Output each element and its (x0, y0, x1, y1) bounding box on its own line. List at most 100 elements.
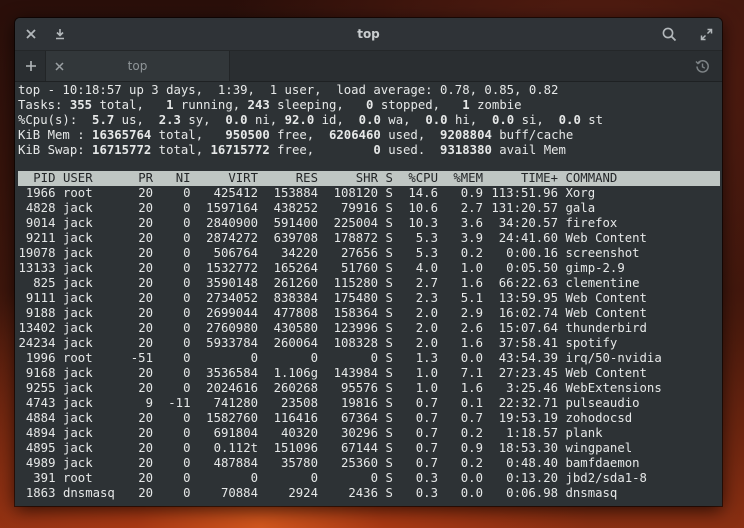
cell-pr: 20 (138, 411, 153, 425)
cell-virt: 70884 (220, 486, 258, 500)
cell-pid: 4989 (25, 456, 56, 470)
cell-shr: 158364 (333, 306, 378, 320)
cell-user: jack (63, 276, 93, 290)
cell-shr: 0 (370, 351, 378, 365)
cell-virt: 2874272 (206, 231, 258, 245)
cell-command: gimp-2.9 (565, 261, 625, 275)
cell-command: WebExtensions (565, 381, 662, 395)
cell-virt: 0 (250, 471, 258, 485)
cell-pr: 20 (138, 231, 153, 245)
cell-user: jack (63, 336, 93, 350)
cell-state: S (385, 426, 393, 440)
cell-shr: 143984 (333, 366, 378, 380)
cell-mem: 1.6 (460, 336, 483, 350)
cell-ni: -11 (168, 396, 191, 410)
cell-state: S (385, 291, 393, 305)
cell-shr: 178872 (333, 231, 378, 245)
cell-cpu: 2.3 (415, 291, 438, 305)
cell-mem: 0.0 (460, 486, 483, 500)
cell-cpu: 2.0 (415, 306, 438, 320)
table-row: 391 root 20 0 0 0 0 S 0.3 0.0 0:13.20 jbd2/sda1-8 (18, 471, 671, 486)
cell-user: jack (63, 441, 93, 455)
cell-cpu: 4.0 (415, 261, 438, 275)
cell-command: Web Content (565, 306, 647, 320)
cell-user: root (63, 186, 93, 200)
cell-cpu: 2.7 (415, 276, 438, 290)
cell-shr: 25360 (340, 456, 378, 470)
tab-label: top (127, 59, 148, 73)
cell-command: wingpanel (565, 441, 633, 455)
new-tab-icon[interactable] (23, 56, 39, 76)
cell-mem: 0.9 (460, 186, 483, 200)
cell-user: jack (63, 306, 93, 320)
cell-command: Web Content (565, 291, 647, 305)
cell-pid: 9111 (25, 291, 56, 305)
cell-res: 2924 (288, 486, 318, 500)
cell-mem: 0.9 (460, 441, 483, 455)
table-row: 9168 jack 20 0 3536584 1.106g 143984 S 1.0 7.1 27:… (18, 366, 671, 381)
cell-mem: 5.1 (460, 291, 483, 305)
cell-cpu: 1.3 (415, 351, 438, 365)
table-row: 9111 jack 20 0 2734052 838384 175480 S 2.3 5.1 13:… (18, 291, 671, 306)
cell-cpu: 0.3 (415, 471, 438, 485)
history-icon[interactable] (692, 56, 712, 76)
cell-command: spotify (565, 336, 618, 350)
cell-pid: 9168 (25, 366, 56, 380)
cell-state: S (385, 486, 393, 500)
table-row: 825 jack 20 0 3590148 261260 115280 S 2.7 1.6 66:2… (18, 276, 671, 291)
cell-cpu: 2.0 (415, 336, 438, 350)
cell-user: jack (63, 216, 93, 230)
cell-mem: 3.9 (460, 231, 483, 245)
column-header-ni: NI (175, 171, 191, 185)
cell-time: 34:20.57 (498, 216, 558, 230)
cell-virt: 2699044 (206, 306, 258, 320)
cell-pr: 20 (138, 486, 153, 500)
cell-mem: 1.6 (460, 381, 483, 395)
cell-cpu: 14.6 (408, 186, 438, 200)
cell-res: 430580 (273, 321, 318, 335)
cell-mem: 0.2 (460, 426, 483, 440)
cell-shr: 115280 (333, 276, 378, 290)
search-icon[interactable] (660, 24, 678, 44)
cell-time: 43:54.39 (498, 351, 558, 365)
cell-cpu: 0.3 (415, 486, 438, 500)
cell-time: 113:51.96 (491, 186, 558, 200)
cell-mem: 0.0 (460, 471, 483, 485)
cell-state: S (385, 456, 393, 470)
cell-shr: 79916 (340, 201, 378, 215)
cell-ni: 0 (183, 261, 191, 275)
cell-command: Xorg (565, 186, 596, 200)
cell-command: zohodocsd (565, 411, 633, 425)
cell-user: jack (63, 291, 93, 305)
cell-virt: 2734052 (206, 291, 258, 305)
cell-pid: 4828 (25, 201, 56, 215)
cell-user: jack (63, 426, 93, 440)
cell-command: thunderbird (565, 321, 647, 335)
cell-time: 18:53.30 (498, 441, 558, 455)
cell-user: root (63, 471, 93, 485)
terminal-output[interactable]: top - 10:18:57 up 3 days, 1:39, 1 user, … (15, 82, 722, 506)
cell-mem: 7.1 (460, 366, 483, 380)
table-row: 1966 root 20 0 425412 153884 108120 S 14.6 0.9 113… (18, 186, 671, 201)
cell-mem: 0.2 (460, 456, 483, 470)
cell-user: jack (63, 261, 93, 275)
cell-time: 19:53.19 (498, 411, 558, 425)
cell-res: 0 (310, 351, 318, 365)
cell-ni: 0 (183, 186, 191, 200)
cell-pr: -51 (130, 351, 153, 365)
cell-state: S (385, 351, 393, 365)
cell-pr: 20 (138, 291, 153, 305)
cpu-line: %Cpu(s): 5.7 us, 2.3 sy, 0.0 ni, 92.0 id… (18, 113, 604, 127)
maximize-icon[interactable] (697, 24, 715, 44)
table-row: 9211 jack 20 0 2874272 639708 178872 S 5.3 3.9 24:… (18, 231, 671, 246)
cell-time: 22:32.71 (498, 396, 558, 410)
cell-mem: 0.1 (460, 396, 483, 410)
cell-ni: 0 (183, 321, 191, 335)
cell-command: pulseaudio (565, 396, 640, 410)
cell-res: 153884 (273, 186, 318, 200)
tab-top[interactable]: top (45, 51, 230, 81)
cell-res: 477808 (273, 306, 318, 320)
table-row: 9188 jack 20 0 2699044 477808 158364 S 2.0 2.9 16:… (18, 306, 671, 321)
cell-user: jack (63, 246, 93, 260)
cell-state: S (385, 411, 393, 425)
